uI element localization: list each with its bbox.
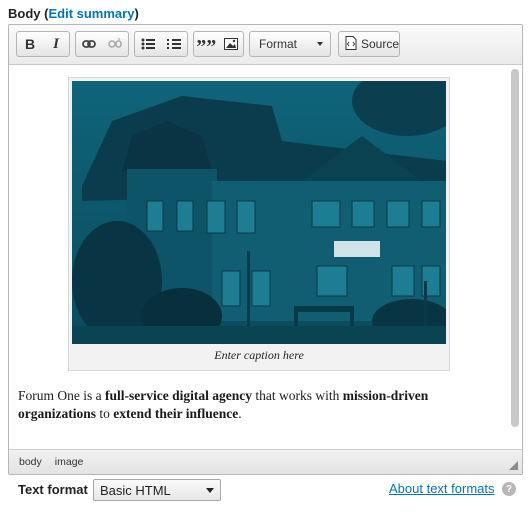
help-icon[interactable]: ? — [502, 482, 516, 496]
source-label: Source — [361, 37, 400, 51]
para-text-4: . — [238, 406, 242, 421]
about-text-formats-link[interactable]: About text formats — [389, 481, 495, 496]
path-item-image[interactable]: image — [55, 456, 84, 468]
blockquote-icon: ”” — [196, 36, 217, 58]
image-figure[interactable]: Enter caption here — [68, 66, 462, 371]
field-label-text: Body — [8, 6, 41, 21]
numbered-list-icon — [167, 38, 181, 50]
italic-icon: I — [53, 35, 59, 52]
para-text-2: that works with — [251, 388, 343, 403]
chevron-down-icon — [206, 488, 214, 493]
image-icon — [223, 38, 238, 50]
text-format-label: Text format — [18, 482, 88, 497]
source-icon — [345, 35, 357, 53]
bold-button[interactable]: B — [17, 32, 43, 56]
unlink-icon — [108, 38, 122, 50]
unlink-button[interactable] — [102, 32, 128, 56]
insert-group: ”” — [193, 31, 244, 57]
link-icon — [82, 39, 96, 49]
format-dropdown[interactable]: Format — [249, 31, 331, 57]
para-text-1: Forum One is a — [18, 388, 105, 403]
links-group — [75, 31, 129, 57]
para-text-3: to — [96, 406, 114, 421]
element-path-bar: body image — [9, 449, 522, 474]
rich-text-editor: B I ”” Format Source Enter caption here … — [8, 24, 523, 475]
link-button[interactable] — [76, 32, 102, 56]
field-label: Body (Edit summary) — [8, 6, 139, 21]
bulleted-list-icon — [141, 38, 155, 50]
text-format-select[interactable]: Basic HTML — [93, 479, 221, 501]
building-photo[interactable] — [72, 66, 462, 344]
bold-icon: B — [24, 36, 36, 52]
numbered-list-button[interactable] — [161, 32, 187, 56]
para-bold-3: extend their influence — [113, 406, 239, 421]
format-label: Format — [259, 37, 298, 51]
image-button[interactable] — [219, 32, 244, 56]
basic-styles-group: B I — [16, 31, 70, 57]
edit-summary-link[interactable]: Edit summary — [48, 6, 134, 21]
editor-content-area[interactable]: Enter caption here Forum One is a full-s… — [9, 65, 522, 449]
source-button[interactable]: Source — [338, 31, 400, 57]
chevron-down-icon — [317, 42, 323, 46]
editor-toolbar: B I ”” Format Source — [9, 25, 522, 65]
scrollbar-thumb[interactable] — [511, 69, 519, 427]
image-caption[interactable]: Enter caption here — [69, 348, 449, 363]
path-item-body[interactable]: body — [19, 456, 42, 468]
italic-button[interactable]: I — [43, 32, 69, 56]
bulleted-list-button[interactable] — [135, 32, 161, 56]
text-format-selected: Basic HTML — [100, 482, 171, 498]
close-paren: ) — [134, 6, 139, 21]
body-paragraph[interactable]: Forum One is a full-service digital agen… — [18, 387, 498, 423]
resize-grip-icon[interactable] — [509, 461, 518, 470]
editor-scrollbar[interactable] — [510, 67, 520, 447]
lists-group — [134, 31, 188, 57]
blockquote-button[interactable]: ”” — [194, 32, 219, 58]
para-bold-1: full-service digital agency — [105, 388, 252, 403]
building-photo-graphic — [72, 66, 462, 344]
